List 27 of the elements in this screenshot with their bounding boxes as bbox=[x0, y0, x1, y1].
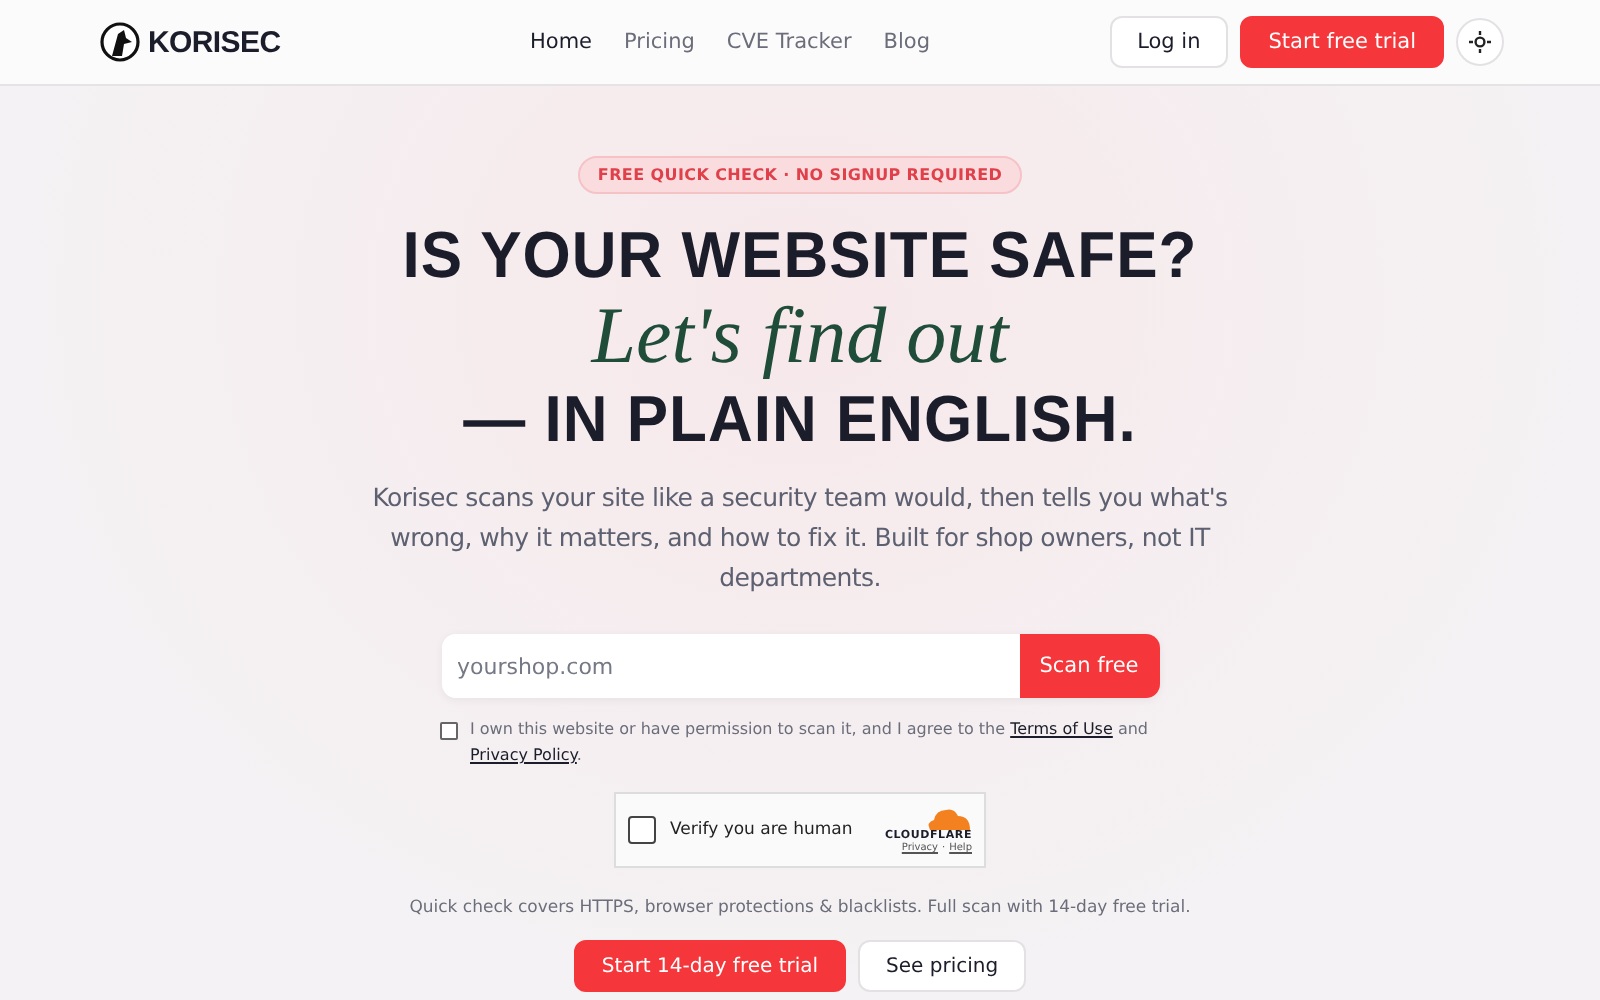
promo-badge: FREE QUICK CHECK · NO SIGNUP REQUIRED bbox=[577, 156, 1023, 194]
url-input[interactable]: yourshop.com bbox=[441, 634, 1019, 698]
headline: — IN PLAIN ENGLISH. bbox=[463, 384, 1137, 456]
headline: IS YOUR WEBSITE SAFE? bbox=[402, 220, 1198, 292]
nav-link[interactable]: Home bbox=[530, 30, 593, 54]
nav-link[interactable]: Blog bbox=[883, 30, 931, 54]
sun-icon bbox=[1468, 30, 1492, 54]
login-button[interactable]: Log in bbox=[1109, 16, 1229, 68]
intro-text: Korisec scans your site like a security team would, then tells you what's wrong, why it matters, and how to fix it. Built for shop owners, not IT departments. bbox=[370, 480, 1230, 596]
cloud-icon bbox=[924, 806, 972, 830]
headline-script: Let's find out bbox=[591, 290, 1009, 382]
scan-note: Quick check covers HTTPS, browser protections & blacklists. Full scan with 14-day free trial. bbox=[409, 898, 1191, 918]
nav-link[interactable]: CVE Tracker bbox=[726, 30, 852, 54]
nav-link[interactable]: Pricing bbox=[624, 30, 695, 54]
consent-text: I own this website or have permission to scan it, and I agree to the Terms of Use and Privacy Policy. bbox=[470, 718, 1148, 768]
start-trial-button[interactable]: Start free trial bbox=[1240, 16, 1444, 68]
privacy-link[interactable]: Privacy Policy bbox=[470, 746, 577, 764]
captcha-label: Verify you are human bbox=[670, 820, 853, 840]
captcha-checkbox[interactable] bbox=[628, 816, 656, 844]
logo-icon bbox=[100, 22, 140, 62]
theme-toggle-button[interactable] bbox=[1456, 18, 1504, 66]
consent-checkbox[interactable] bbox=[440, 722, 458, 740]
brand-name[interactable]: KORISEC bbox=[148, 25, 281, 59]
see-pricing-button[interactable]: See pricing bbox=[858, 940, 1027, 992]
start-trial-button[interactable]: Start 14-day free trial bbox=[573, 940, 847, 992]
scan-button[interactable]: Scan free bbox=[1019, 634, 1159, 698]
terms-link[interactable]: Terms of Use bbox=[1010, 720, 1113, 738]
